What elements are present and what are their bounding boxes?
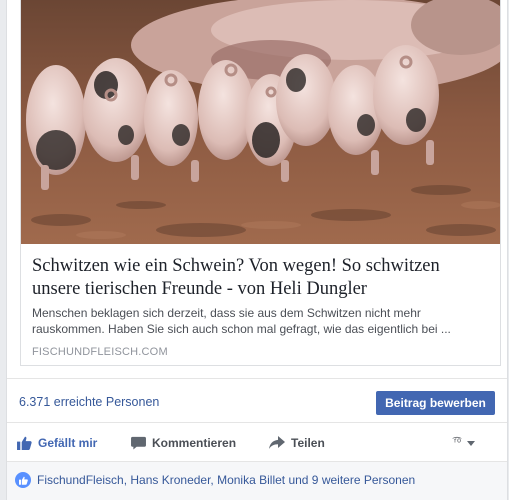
- share-arrow-icon: [269, 436, 285, 449]
- share-label: Teilen: [291, 436, 325, 450]
- share-button[interactable]: Teilen: [269, 433, 325, 453]
- comment-button[interactable]: Kommentieren: [131, 433, 236, 453]
- piglets-photo: [21, 0, 500, 244]
- post-reach-row: 6.371 erreichte Personen Beitrag bewerbe…: [7, 378, 507, 423]
- likes-names-link[interactable]: FischundFleisch, Hans Kroneder, Monika B…: [37, 473, 415, 487]
- link-preview[interactable]: Schwitzen wie ein Schwein? Von wegen! So…: [20, 0, 501, 366]
- like-label: Gefällt mir: [38, 436, 98, 450]
- link-title[interactable]: Schwitzen wie ein Schwein? Von wegen! So…: [32, 255, 490, 301]
- link-description: Menschen beklagen sich derzeit, dass sie…: [32, 306, 451, 336]
- reaction-selector[interactable]: ᶠ͡⁰: [454, 434, 475, 452]
- comment-label: Kommentieren: [152, 436, 237, 450]
- like-button[interactable]: Gefällt mir: [17, 433, 97, 453]
- like-reaction-icon: [15, 472, 31, 488]
- post-card: Schwitzen wie ein Schwein? Von wegen! So…: [6, 0, 508, 500]
- link-preview-image[interactable]: [21, 0, 500, 244]
- post-actions: Gefällt mir Kommentieren Teilen ᶠ͡⁰: [7, 424, 507, 460]
- thumbs-up-icon: [17, 436, 32, 450]
- likes-summary: FischundFleisch, Hans Kroneder, Monika B…: [7, 461, 507, 500]
- chevron-down-icon: [466, 440, 475, 446]
- promote-post-button[interactable]: Beitrag bewerben: [376, 391, 495, 415]
- link-domain: FISCHUNDFLEISCH.COM: [32, 346, 168, 358]
- emoji-face-icon: ᶠ͡⁰: [454, 437, 461, 449]
- comment-bubble-icon: [131, 436, 146, 450]
- reach-count-link[interactable]: 6.371 erreichte Personen: [19, 395, 159, 409]
